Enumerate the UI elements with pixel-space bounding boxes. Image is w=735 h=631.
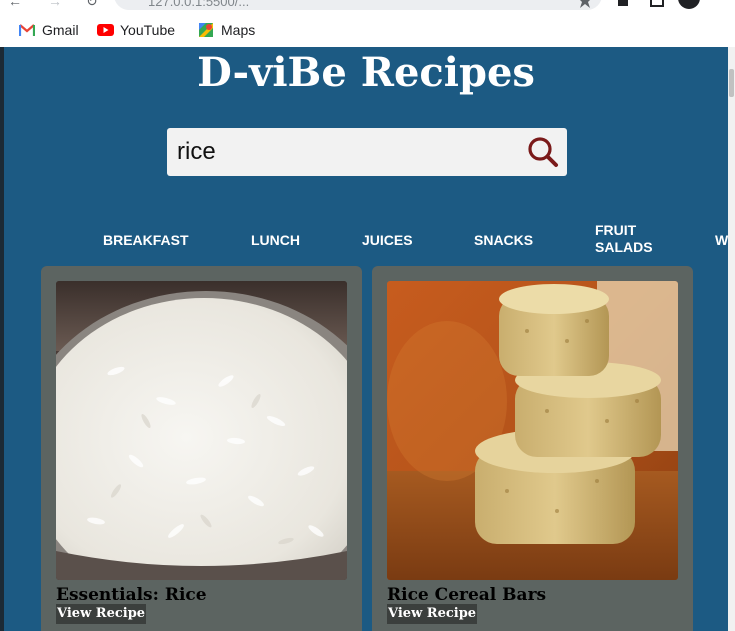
maps-icon (198, 22, 214, 38)
bookmark-gmail[interactable]: Gmail (18, 21, 79, 39)
recipe-title: Essentials: Rice (56, 585, 207, 605)
youtube-icon (97, 22, 114, 38)
menu-icon[interactable] (716, 0, 722, 12)
category-juices[interactable]: JUICES (362, 232, 413, 249)
reload-icon[interactable]: ↻ (86, 0, 98, 10)
back-icon[interactable]: ← (8, 0, 22, 9)
recipe-title: Rice Cereal Bars (387, 585, 547, 605)
search-bar (167, 128, 567, 176)
bookmark-label: Gmail (42, 22, 79, 38)
profile-avatar-icon[interactable] (678, 0, 700, 12)
search-icon[interactable] (527, 136, 559, 168)
extensions-icon[interactable] (616, 0, 632, 12)
scrollbar-thumb[interactable] (729, 69, 734, 97)
bookmark-youtube[interactable]: YouTube (97, 21, 175, 39)
site-title: D-viBe Recipes (197, 49, 535, 96)
address-bar-url: 127.0.0.1:5500/... (148, 0, 250, 9)
recipe-photo-rice (56, 281, 347, 580)
forward-icon[interactable]: → (48, 0, 62, 9)
view-recipe-button[interactable]: View Recipe (56, 604, 147, 624)
share-icon[interactable] (552, 0, 562, 12)
category-partial[interactable]: W (715, 232, 728, 249)
bookmark-label: YouTube (120, 22, 176, 38)
category-fruit-salads[interactable]: FRUIT SALADS (595, 222, 653, 256)
bookmark-star-icon[interactable] (578, 0, 592, 12)
recipe-card: Essentials: Rice View Recipe (41, 266, 362, 631)
category-breakfast[interactable]: BREAKFAST (103, 232, 189, 249)
gmail-icon (18, 22, 36, 38)
recipe-card: Rice Cereal Bars View Recipe (372, 266, 693, 631)
bookmark-label: Maps (221, 22, 256, 38)
category-lunch[interactable]: LUNCH (251, 232, 300, 249)
search-input[interactable] (167, 128, 507, 176)
category-snacks[interactable]: SNACKS (474, 232, 533, 249)
view-recipe-button[interactable]: View Recipe (387, 604, 478, 624)
bookmarks-bar: Gmail YouTube Maps (0, 12, 735, 47)
tab-search-icon[interactable] (650, 0, 666, 12)
recipe-photo-cereal-bars (387, 281, 678, 580)
page-scrollbar[interactable] (728, 47, 735, 631)
page-viewport: D-viBe Recipes BREAKFAST LUNCH JUICES SN… (4, 47, 728, 631)
bookmark-maps[interactable]: Maps (198, 21, 255, 39)
browser-toolbar: ← → ↻ 127.0.0.1:5500/... (0, 0, 735, 12)
